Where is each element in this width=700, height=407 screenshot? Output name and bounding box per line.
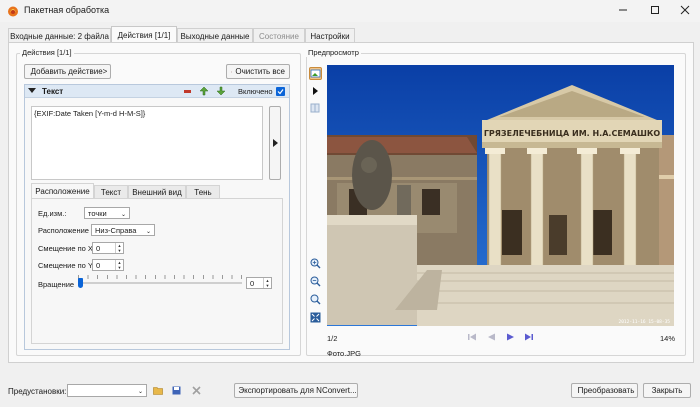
add-action-button[interactable]: Добавить действие>	[24, 64, 111, 79]
clear-icon	[231, 70, 233, 73]
remove-icon[interactable]	[184, 90, 191, 93]
stepper-arrows-icon[interactable]: ▲ ▼	[263, 278, 271, 288]
action-item-title: Текст	[42, 87, 64, 96]
units-select[interactable]: точки ⌄	[84, 207, 130, 219]
enabled-label: Включено	[238, 87, 273, 96]
rotation-stepper[interactable]: 0 ▲ ▼	[246, 277, 272, 289]
tab-settings[interactable]: Настройки	[305, 28, 355, 43]
title-bar: Пакетная обработка	[0, 0, 700, 22]
offset-y-label: Смещение по Y	[38, 261, 93, 270]
preview-image[interactable]: ГРЯЗЕЛЕЧЕБНИЦА ИМ. Н.А.СЕМАШКО 2012-11-1…	[327, 65, 674, 326]
next-page-icon[interactable]	[505, 332, 516, 342]
building-inscription: ГРЯЗЕЛЕЧЕБНИЦА ИМ. Н.А.СЕМАШКО	[484, 129, 661, 138]
convert-button[interactable]: Преобразовать	[571, 383, 638, 398]
close-button[interactable]: Закрыть	[643, 383, 691, 398]
tab-status[interactable]: Состояние	[253, 28, 305, 43]
enabled-checkbox[interactable]	[276, 87, 285, 96]
photo-building: ГРЯЗЕЛЕЧЕБНИЦА ИМ. Н.А.СЕМАШКО 2012-11-1…	[327, 65, 674, 326]
close-icon[interactable]	[679, 4, 691, 16]
previous-page-icon[interactable]	[486, 332, 497, 342]
zoom-fit-icon[interactable]	[310, 294, 321, 305]
insert-macro-button[interactable]	[269, 106, 281, 180]
play-icon[interactable]	[313, 87, 318, 95]
add-action-label: Добавить действие>	[30, 67, 108, 76]
fit-window-icon[interactable]	[310, 312, 321, 323]
slider-track	[78, 282, 242, 284]
app-logo-icon	[8, 6, 18, 17]
preview-image-button[interactable]	[309, 67, 322, 80]
preview-filename: Фото.JPG	[327, 349, 361, 358]
actions-group-label: Действия [1/1]	[20, 48, 74, 57]
clear-all-button[interactable]: Очистить все	[226, 64, 290, 79]
units-label: Ед.изм.:	[38, 209, 67, 218]
export-label: Экспортировать для NConvert...	[238, 386, 357, 395]
first-page-icon[interactable]	[467, 332, 478, 342]
subtab-shadow[interactable]: Тень	[186, 185, 220, 199]
delete-icon[interactable]	[192, 386, 201, 395]
rotation-label: Вращение	[38, 280, 75, 289]
move-up-icon[interactable]	[199, 86, 209, 96]
last-page-icon[interactable]	[523, 332, 534, 342]
offset-x-stepper[interactable]: 0 ▲ ▼	[92, 242, 124, 254]
stepper-arrows-icon[interactable]: ▲ ▼	[115, 243, 123, 253]
offset-y-value: 0	[96, 261, 101, 270]
chevron-down-icon: ⌄	[145, 229, 151, 235]
presets-select[interactable]: ⌄	[67, 384, 147, 397]
stepper-arrows-icon[interactable]: ▲ ▼	[115, 260, 123, 270]
units-value: точки	[88, 209, 107, 218]
position-value: Низ-Справа	[95, 226, 137, 235]
subtab-panel	[31, 198, 283, 344]
export-nconvert-button[interactable]: Экспортировать для NConvert...	[234, 383, 358, 398]
position-label: Расположение	[38, 226, 89, 235]
compare-icon[interactable]	[310, 103, 320, 113]
preview-group-label: Предпросмотр	[306, 48, 361, 57]
open-folder-icon[interactable]	[153, 386, 163, 395]
presets-label: Предустановки:	[8, 387, 67, 396]
zoom-in-icon[interactable]	[310, 258, 321, 269]
offset-x-value: 0	[96, 244, 101, 253]
convert-label: Преобразовать	[577, 386, 635, 395]
tab-actions[interactable]: Действия [1/1]	[111, 26, 177, 43]
position-select[interactable]: Низ-Справа ⌄	[91, 224, 155, 236]
subtab-appearance[interactable]: Внешний вид	[128, 185, 186, 199]
slider-thumb[interactable]	[78, 278, 83, 288]
rotation-value: 0	[250, 279, 255, 288]
chevron-down-icon: ⌄	[137, 389, 143, 395]
subtab-text[interactable]: Текст	[94, 185, 128, 199]
zoom-out-icon[interactable]	[310, 276, 321, 287]
tab-output[interactable]: Выходные данные	[177, 28, 253, 43]
maximize-icon[interactable]	[649, 4, 661, 16]
close-label: Закрыть	[651, 386, 683, 395]
subtab-position[interactable]: Расположение	[31, 183, 94, 199]
window-title: Пакетная обработка	[24, 5, 110, 15]
collapse-arrow-icon[interactable]	[28, 88, 36, 93]
tab-input[interactable]: Входные данные: 2 файла	[8, 28, 111, 43]
photo-timestamp: 2012-11-16 15-08-35	[619, 319, 671, 325]
clear-all-label: Очистить все	[235, 67, 285, 76]
page-counter: 1/2	[327, 334, 338, 343]
minimize-icon[interactable]	[617, 4, 629, 16]
arrow-right-icon	[272, 139, 278, 147]
offset-y-stepper[interactable]: 0 ▲ ▼	[92, 259, 124, 271]
rotation-slider[interactable]	[78, 275, 242, 289]
save-icon[interactable]	[172, 386, 181, 395]
offset-x-label: Смещение по X	[38, 244, 93, 253]
chevron-down-icon: ⌄	[120, 212, 126, 218]
image-icon	[310, 69, 321, 78]
text-content-value: {EXIF:Date Taken [Y-m-d H-M-S]}	[34, 109, 146, 118]
slider-ticks	[78, 275, 242, 279]
move-down-icon[interactable]	[216, 86, 226, 96]
zoom-level: 14%	[660, 334, 676, 343]
